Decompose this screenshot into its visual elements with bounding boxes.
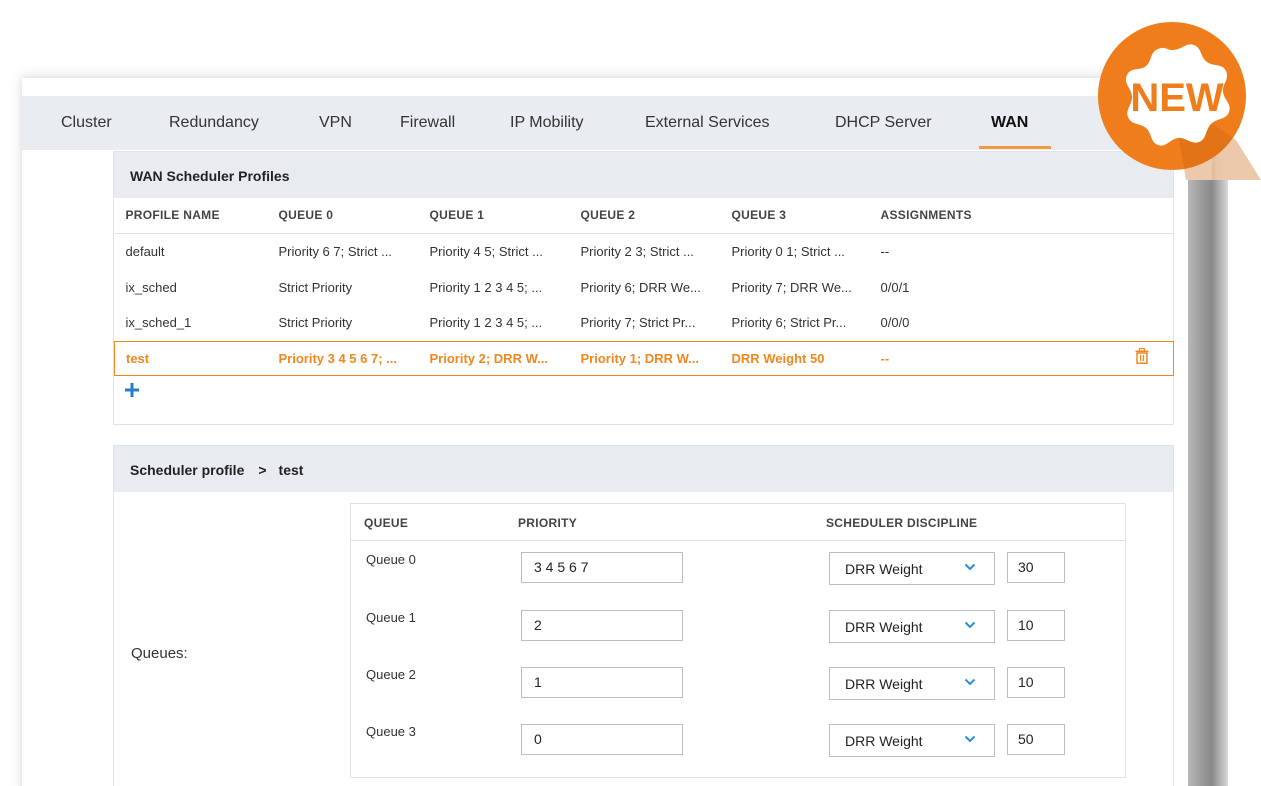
column-header: ASSIGNMENTS [869, 198, 1174, 234]
priority-input[interactable]: 0 [521, 724, 683, 755]
table-cell: -- [869, 340, 1174, 376]
table-cell: DRR Weight 50 [720, 340, 870, 376]
tab-dhcp-server[interactable]: DHCP Server [835, 114, 932, 132]
table-cell: Priority 6 7; Strict ... [278, 243, 392, 259]
tab-redundancy[interactable]: Redundancy [169, 114, 259, 132]
table-header-row: PROFILE NAME QUEUE 0 QUEUE 1 QUEUE 2 QUE… [114, 198, 1174, 234]
table-cell: Priority 7; Strict Pr... [580, 315, 696, 331]
delete-profile-trash-icon[interactable] [1135, 348, 1149, 364]
chevron-down-icon [964, 563, 976, 571]
badge-text: NEW [1130, 76, 1224, 120]
table-cell: default [125, 243, 165, 259]
column-header: QUEUE 1 [418, 198, 570, 234]
discipline-value: DRR Weight [845, 561, 923, 577]
tab-cluster[interactable]: Cluster [61, 114, 112, 132]
window-edge-shadow [1188, 180, 1228, 786]
table-cell: Priority 1 2 3 4 5; ... [429, 315, 543, 331]
table-cell: Priority 6; Strict Pr... [731, 315, 847, 331]
weight-input[interactable]: 30 [1007, 552, 1065, 583]
tab-firewall[interactable]: Firewall [400, 114, 455, 132]
discipline-select[interactable]: DRR Weight [829, 552, 995, 585]
priority-input[interactable]: 3 4 5 6 7 [521, 552, 683, 583]
table-row[interactable]: ix_sched_1 Strict Priority Priority 1 2 … [115, 305, 1174, 341]
table-cell: Priority 1 2 3 4 5; ... [429, 279, 543, 295]
queue-name: Queue 1 [366, 610, 416, 625]
queue-name: Queue 2 [366, 667, 416, 682]
table-cell: ix_sched [125, 279, 177, 295]
queues-label: Queues: [131, 645, 188, 662]
table-cell: Priority 2 3; Strict ... [580, 243, 694, 259]
weight-input[interactable]: 10 [1007, 667, 1065, 698]
chevron-down-icon [964, 621, 976, 629]
breadcrumb-parent: Scheduler profile [130, 462, 245, 478]
priority-input[interactable]: 1 [521, 667, 683, 698]
discipline-select[interactable]: DRR Weight [829, 724, 995, 757]
breadcrumb: Scheduler profile > test [114, 446, 1173, 492]
table-row[interactable]: ix_sched Strict Priority Priority 1 2 3 … [115, 269, 1174, 305]
table-cell: 0/0/1 [880, 279, 910, 295]
profiles-table: PROFILE NAME QUEUE 0 QUEUE 1 QUEUE 2 QUE… [114, 198, 1174, 376]
panel-title: WAN Scheduler Profiles [114, 152, 1173, 198]
divider [351, 540, 1125, 541]
tab-external-services[interactable]: External Services [645, 114, 770, 132]
tab-vpn[interactable]: VPN [319, 114, 352, 132]
column-header: QUEUE [364, 516, 409, 530]
table-cell: Priority 2; DRR W... [418, 340, 570, 376]
column-header: QUEUE 0 [267, 198, 419, 234]
breadcrumb-current: test [278, 462, 304, 478]
add-profile-button[interactable] [122, 380, 142, 400]
table-cell: Priority 1; DRR W... [569, 340, 721, 376]
table-cell: Priority 0 1; Strict ... [731, 243, 845, 259]
breadcrumb-separator: > [258, 462, 267, 478]
new-badge: NEW [1098, 22, 1261, 180]
tab-ip-mobility[interactable]: IP Mobility [510, 114, 584, 132]
chevron-down-icon [964, 678, 976, 686]
table-cell: test [114, 340, 268, 376]
discipline-value: DRR Weight [845, 733, 923, 749]
queue-name: Queue 3 [366, 724, 416, 739]
table-cell: Strict Priority [278, 315, 353, 331]
table-row-selected[interactable]: test Priority 3 4 5 6 7; ... Priority 2;… [114, 340, 1174, 376]
table-cell: ix_sched_1 [125, 315, 192, 331]
queue-name: Queue 0 [366, 552, 416, 567]
discipline-value: DRR Weight [845, 676, 923, 692]
column-header: PROFILE NAME [114, 198, 268, 234]
chevron-down-icon [964, 735, 976, 743]
priority-input[interactable]: 2 [521, 610, 683, 641]
table-cell: Priority 6; DRR We... [580, 279, 701, 295]
weight-input[interactable]: 10 [1007, 610, 1065, 641]
discipline-select[interactable]: DRR Weight [829, 610, 995, 643]
active-tab-indicator [979, 146, 1051, 149]
wan-scheduler-profiles-panel: WAN Scheduler Profiles PROFILE NAME QUEU… [113, 151, 1174, 425]
table-row[interactable]: default Priority 6 7; Strict ... Priorit… [115, 233, 1174, 269]
discipline-value: DRR Weight [845, 619, 923, 635]
table-cell: 0/0/0 [880, 315, 910, 331]
weight-input[interactable]: 50 [1007, 724, 1065, 755]
table-cell: Priority 7; DRR We... [731, 279, 852, 295]
tab-wan[interactable]: WAN [991, 114, 1028, 132]
column-header: QUEUE 2 [569, 198, 721, 234]
queues-table: QUEUE PRIORITY SCHEDULER DISCIPLINE Queu… [350, 503, 1126, 778]
table-cell: -- [880, 243, 890, 259]
column-header: PRIORITY [518, 516, 578, 530]
column-header: SCHEDULER DISCIPLINE [826, 516, 978, 530]
table-cell: Priority 4 5; Strict ... [429, 243, 543, 259]
column-header: QUEUE 3 [720, 198, 870, 234]
table-cell: Strict Priority [278, 279, 353, 295]
discipline-select[interactable]: DRR Weight [829, 667, 995, 700]
table-cell: Priority 3 4 5 6 7; ... [267, 340, 419, 376]
scheduler-profile-panel: Scheduler profile > test Queues: QUEUE PRI… [113, 445, 1174, 786]
